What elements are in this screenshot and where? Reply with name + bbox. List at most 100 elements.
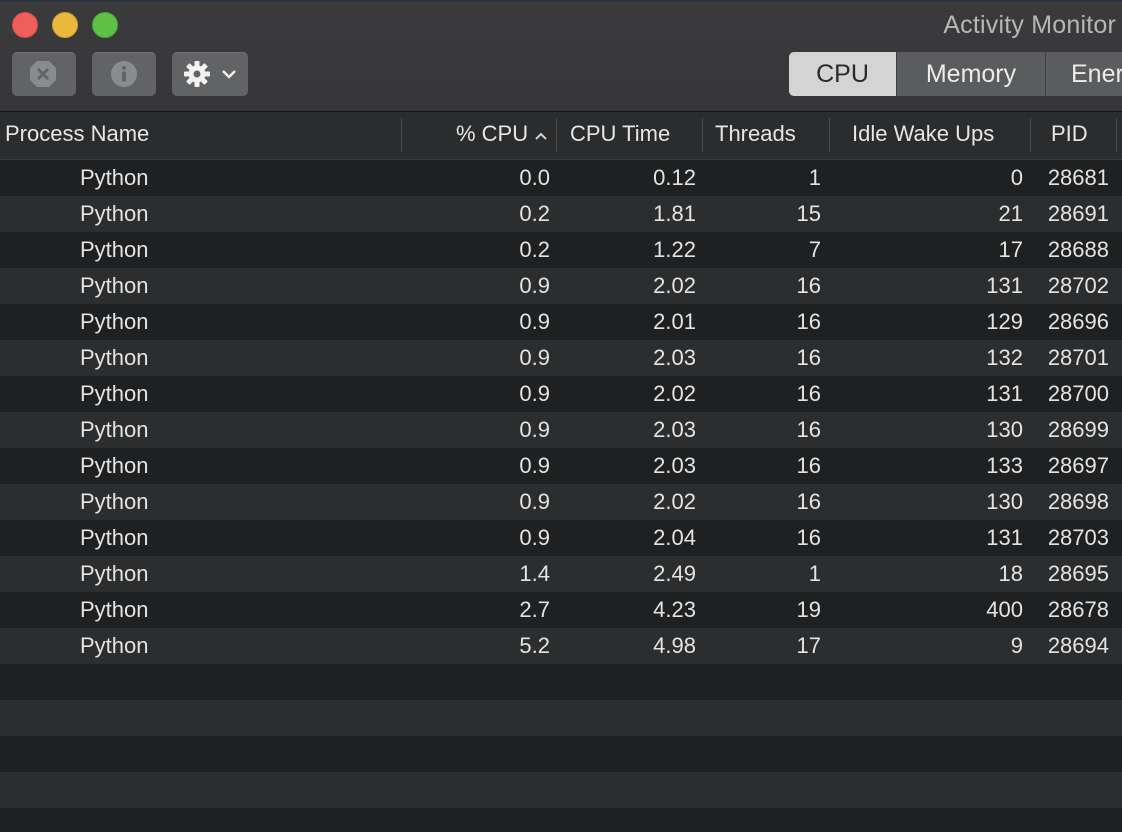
chevron-down-icon [221,67,237,85]
table-row[interactable]: Python 0.9 2.04 16 131 28703 [0,520,1122,556]
table-row[interactable]: Python 0.9 2.03 16 130 28699 [0,412,1122,448]
process-name-cell: Python [80,381,149,406]
column-header-pid[interactable]: PID [1051,112,1088,159]
column-header-idle-wake-ups[interactable]: Idle Wake Ups [852,112,994,159]
threads-cell: 16 [796,345,821,370]
column-divider[interactable] [1030,118,1031,152]
action-menu-button[interactable] [172,52,248,96]
column-divider[interactable] [829,118,830,152]
process-name-cell: Python [80,273,149,298]
cpu-percent-cell: 0.2 [519,237,550,262]
pid-cell: 28694 [1047,633,1109,658]
threads-cell: 17 [796,633,821,658]
process-name-cell: Python [80,561,149,586]
cpu-percent-cell: 1.4 [519,561,550,586]
zoom-window-button[interactable] [92,12,118,38]
threads-cell: 16 [796,525,821,550]
menu-bar-edge [0,0,1122,2]
cpu-time-cell: 2.04 [653,525,696,550]
table-row[interactable]: Python 0.9 2.02 16 131 28700 [0,376,1122,412]
table-row[interactable]: Python 1.4 2.49 1 18 28695 [0,556,1122,592]
cpu-time-cell: 2.03 [653,345,696,370]
table-row[interactable]: Python 5.2 4.98 17 9 28694 [0,628,1122,664]
minimize-window-button[interactable] [52,12,78,38]
gear-icon [183,60,211,93]
column-divider[interactable] [702,118,703,152]
window-title: Activity Monitor [943,11,1116,39]
process-name-cell: Python [80,345,149,370]
process-name-cell: Python [80,489,149,514]
tab-energy[interactable]: Ener [1046,52,1122,96]
column-header-cpu-time[interactable]: CPU Time [570,112,670,159]
cpu-time-cell: 0.12 [653,165,696,190]
close-window-button[interactable] [12,12,38,38]
idle-wake-ups-cell: 18 [998,561,1023,586]
empty-row [0,736,1122,772]
cpu-percent-cell: 0.9 [519,381,550,406]
threads-cell: 16 [796,417,821,442]
threads-cell: 15 [796,201,821,226]
empty-row [0,808,1122,832]
cpu-percent-cell: 0.9 [519,345,550,370]
table-row[interactable]: Python 0.9 2.02 16 130 28698 [0,484,1122,520]
pid-cell: 28703 [1047,525,1109,550]
column-header-cpu-percent[interactable]: % CPU [456,112,528,159]
table-row[interactable]: Python 0.9 2.02 16 131 28702 [0,268,1122,304]
inspect-process-button[interactable] [92,52,156,96]
column-header-threads[interactable]: Threads [715,112,796,159]
table-row[interactable]: Python 0.9 2.01 16 129 28696 [0,304,1122,340]
process-name-cell: Python [80,453,149,478]
cpu-percent-cell: 0.9 [519,453,550,478]
idle-wake-ups-cell: 9 [1010,633,1023,658]
cpu-percent-cell: 0.9 [519,525,550,550]
cpu-time-cell: 2.03 [653,417,696,442]
pid-cell: 28701 [1047,345,1109,370]
column-divider[interactable] [401,118,402,152]
column-header-process-name[interactable]: Process Name [5,112,149,159]
stop-process-button[interactable] [12,52,76,96]
process-name-cell: Python [80,597,149,622]
table-row[interactable]: Python 0.2 1.22 7 17 28688 [0,232,1122,268]
idle-wake-ups-cell: 133 [986,453,1023,478]
pid-cell: 28700 [1047,381,1109,406]
cpu-time-cell: 2.01 [653,309,696,334]
empty-row [0,664,1122,700]
threads-cell: 16 [796,489,821,514]
cpu-time-cell: 1.81 [653,201,696,226]
idle-wake-ups-cell: 130 [986,417,1023,442]
tab-memory[interactable]: Memory [897,52,1046,96]
idle-wake-ups-cell: 131 [986,273,1023,298]
idle-wake-ups-cell: 131 [986,525,1023,550]
pid-cell: 28695 [1047,561,1109,586]
table-row[interactable]: Python 0.2 1.81 15 21 28691 [0,196,1122,232]
idle-wake-ups-cell: 132 [986,345,1023,370]
column-divider[interactable] [556,118,557,152]
tab-cpu[interactable]: CPU [789,52,897,96]
process-name-cell: Python [80,309,149,334]
table-row[interactable]: Python 0.9 2.03 16 133 28697 [0,448,1122,484]
pid-cell: 28691 [1047,201,1109,226]
stop-process-icon [28,59,58,94]
process-name-cell: Python [80,633,149,658]
table-row[interactable]: Python 0.0 0.12 1 0 28681 [0,160,1122,196]
process-name-cell: Python [80,525,149,550]
idle-wake-ups-cell: 129 [986,309,1023,334]
cpu-time-cell: 2.02 [653,381,696,406]
activity-monitor-window: Activity Monitor CPU Memory Ener Process… [0,0,1122,832]
pid-cell: 28699 [1047,417,1109,442]
cpu-percent-cell: 2.7 [519,597,550,622]
table-row[interactable]: Python 0.9 2.03 16 132 28701 [0,340,1122,376]
pid-cell: 28698 [1047,489,1109,514]
cpu-percent-cell: 5.2 [519,633,550,658]
pid-cell: 28678 [1047,597,1109,622]
table-row[interactable]: Python 2.7 4.23 19 400 28678 [0,592,1122,628]
pid-cell: 28696 [1047,309,1109,334]
cpu-time-cell: 2.02 [653,489,696,514]
cpu-percent-cell: 0.9 [519,273,550,298]
cpu-percent-cell: 0.9 [519,417,550,442]
idle-wake-ups-cell: 130 [986,489,1023,514]
idle-wake-ups-cell: 400 [986,597,1023,622]
cpu-time-cell: 4.98 [653,633,696,658]
process-name-cell: Python [80,237,149,262]
column-divider[interactable] [1116,118,1117,152]
